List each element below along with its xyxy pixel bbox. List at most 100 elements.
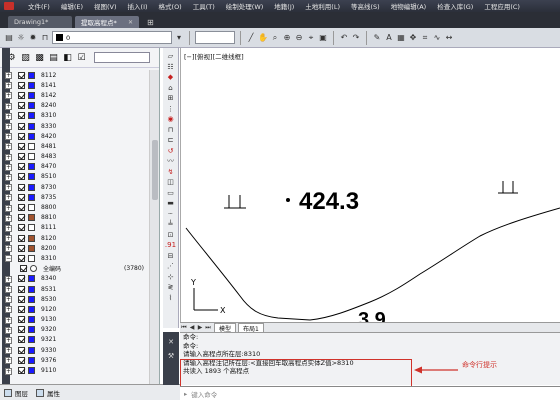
layer-color-swatch[interactable] — [28, 173, 35, 181]
layer-color-swatch[interactable] — [28, 346, 35, 354]
image-icon[interactable]: ▦ — [396, 33, 406, 43]
properties-icon[interactable]: ▣ — [318, 33, 328, 43]
layer-visibility-checkbox[interactable] — [18, 71, 25, 79]
expand-icon[interactable]: + — [5, 316, 12, 324]
scroll-thumb[interactable] — [152, 140, 158, 200]
layer-visibility-checkbox[interactable] — [18, 112, 25, 120]
tab-properties[interactable]: 属性 — [36, 388, 60, 398]
expand-icon[interactable]: + — [5, 286, 12, 294]
layer-color-swatch[interactable] — [28, 275, 35, 283]
layer-row[interactable]: +9321 — [0, 334, 150, 345]
expand-icon[interactable]: + — [5, 357, 12, 365]
expand-icon[interactable]: + — [5, 235, 12, 243]
menu-item[interactable]: 检查入库(G) — [437, 1, 473, 11]
layer-row[interactable]: +8531 — [0, 284, 150, 295]
layer-visibility-checkbox[interactable] — [18, 173, 25, 181]
layer-color-swatch[interactable] — [28, 163, 35, 171]
tool-icon[interactable]: 〰 — [165, 156, 177, 167]
dimension-icon[interactable]: ↔ — [444, 33, 454, 43]
expand-icon[interactable]: + — [5, 214, 12, 222]
layer-color-swatch[interactable] — [28, 142, 35, 150]
layer-row[interactable]: +9110 — [0, 365, 150, 376]
tool-icon[interactable]: .91 — [165, 240, 177, 251]
tab-extract-elevation[interactable]: 提取高程点* ✕ — [75, 16, 139, 28]
undo-icon[interactable]: ↶ — [339, 33, 349, 43]
layer-color-swatch[interactable] — [28, 336, 35, 344]
layer-settings-icon[interactable]: ▤ — [48, 52, 59, 63]
layer-visibility-checkbox[interactable] — [18, 132, 25, 140]
lock-icon[interactable]: ⊓ — [40, 33, 50, 43]
tool-icon[interactable]: ◫ — [165, 177, 177, 188]
expand-icon[interactable]: + — [5, 367, 12, 375]
layer-visibility-checkbox[interactable] — [18, 81, 25, 89]
layer-color-swatch[interactable] — [28, 193, 35, 201]
polyline-icon[interactable]: ∿ — [432, 33, 442, 43]
layer-color-swatch[interactable] — [28, 183, 35, 191]
viewport-label[interactable]: [−][俯视][二维线框] — [184, 51, 244, 61]
layer-color-swatch[interactable] — [28, 254, 35, 262]
expand-icon[interactable]: + — [5, 72, 12, 80]
layer-row[interactable]: +8340 — [0, 273, 150, 284]
layer-color-swatch[interactable] — [28, 153, 35, 161]
expand-icon[interactable]: + — [5, 153, 12, 161]
layer-visibility-checkbox[interactable] — [18, 244, 25, 252]
next-tab-icon[interactable]: ▶ — [196, 324, 204, 331]
layer-color-swatch[interactable] — [28, 204, 35, 212]
tool-icon[interactable]: ⊓ — [165, 125, 177, 136]
layer-visibility-checkbox[interactable] — [18, 356, 25, 364]
tool-icon[interactable]: ⋮ — [165, 104, 177, 115]
tool-icon[interactable]: ◆ — [165, 72, 177, 83]
layer-row[interactable]: +9120 — [0, 304, 150, 315]
tab-layers[interactable]: 图层 — [4, 388, 28, 398]
layer-color-swatch[interactable] — [28, 224, 35, 232]
tool-icon[interactable]: ◉ — [165, 114, 177, 125]
layer-color-swatch[interactable] — [28, 326, 35, 334]
layer-visibility-checkbox[interactable] — [18, 234, 25, 242]
menu-item[interactable]: 工程应用(C) — [484, 1, 520, 11]
tool-icon[interactable]: ≷ — [165, 282, 177, 293]
zoom-extents-icon[interactable]: ⌖ — [306, 33, 316, 43]
tool-icon[interactable]: ▭ — [165, 188, 177, 199]
layer-color-swatch[interactable] — [28, 285, 35, 293]
tab-layout1[interactable]: 布局1 — [238, 323, 264, 333]
layer-visibility-checkbox[interactable] — [18, 204, 25, 212]
layer-visibility-checkbox[interactable] — [18, 326, 25, 334]
layer-visibility-checkbox[interactable] — [18, 153, 25, 161]
layer-subrow[interactable]: 全编码 (3780) — [0, 264, 150, 274]
tab-model[interactable]: 模型 — [214, 323, 237, 333]
menu-item[interactable]: 视图(V) — [94, 1, 117, 11]
app-logo-icon[interactable] — [0, 0, 18, 12]
expand-icon[interactable]: + — [5, 326, 12, 334]
wrench-icon[interactable]: ✕ — [168, 338, 174, 346]
tool-icon[interactable]: ⊹ — [165, 272, 177, 283]
layer-row[interactable]: +8200 — [0, 243, 150, 254]
expand-icon[interactable]: + — [5, 275, 12, 283]
zoom-icon[interactable]: ⌕ — [270, 33, 280, 43]
layer-row[interactable]: +8310 — [0, 110, 150, 121]
line-icon[interactable]: ╱ — [246, 33, 256, 43]
expand-icon[interactable]: + — [5, 245, 12, 253]
layer-color-swatch[interactable] — [28, 234, 35, 242]
move-icon[interactable]: ✥ — [408, 33, 418, 43]
layer-visibility-checkbox[interactable] — [18, 102, 25, 110]
layer-row[interactable]: +8483 — [0, 151, 150, 162]
layer-visibility-checkbox[interactable] — [18, 275, 25, 283]
tool-icon[interactable]: ┄ — [165, 209, 177, 220]
redo-icon[interactable]: ↷ — [351, 33, 361, 43]
pan-icon[interactable]: ✋ — [258, 33, 268, 43]
layer-row[interactable]: +8530 — [0, 294, 150, 305]
settings-icon[interactable]: ⚒ — [168, 352, 174, 360]
tool-icon[interactable]: ⌂ — [165, 83, 177, 94]
layer-row[interactable]: +8420 — [0, 131, 150, 142]
lightbulb-icon[interactable]: ☼ — [16, 33, 26, 43]
prev-tab-icon[interactable]: ◀ — [188, 324, 196, 331]
expand-icon[interactable]: + — [5, 347, 12, 355]
first-tab-icon[interactable]: ⏮ — [180, 324, 188, 332]
expand-icon[interactable]: − — [5, 255, 12, 263]
layer-color-swatch[interactable] — [28, 214, 35, 222]
layer-row[interactable]: +8240 — [0, 100, 150, 111]
expand-icon[interactable]: + — [5, 82, 12, 90]
layer-color-swatch[interactable] — [28, 356, 35, 364]
layer-visibility-checkbox[interactable] — [18, 183, 25, 191]
layer-row[interactable]: +9130 — [0, 314, 150, 325]
